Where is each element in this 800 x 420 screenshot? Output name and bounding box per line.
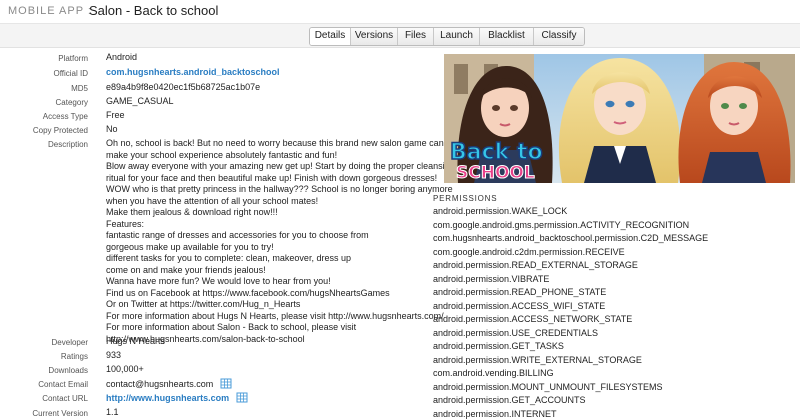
description-line: Oh no, school is back! But no need to wo… xyxy=(106,138,444,148)
page-title: Salon - Back to school xyxy=(89,3,219,18)
access-type-label: Access Type xyxy=(42,112,88,121)
ratings-value: 933 xyxy=(106,350,122,360)
official-id-link[interactable]: com.hugsnhearts.android_backtoschool xyxy=(106,67,426,79)
tab-classify[interactable]: Classify xyxy=(534,28,584,45)
tab-blacklist[interactable]: Blacklist xyxy=(480,28,534,45)
permission-item: com.android.vending.BILLING xyxy=(433,368,554,378)
permission-item: android.permission.GET_TASKS xyxy=(433,341,564,351)
category-label: Category xyxy=(55,98,88,107)
contact-email-value: contact@hugsnhearts.com xyxy=(106,379,214,389)
ratings-label: Ratings xyxy=(60,352,88,361)
downloads-label: Downloads xyxy=(48,366,88,375)
description-line: For more information about Hugs N Hearts… xyxy=(106,310,444,321)
feature-graphic-title-line1: Back to xyxy=(450,140,543,165)
description-line: For more information about Salon - Back … xyxy=(106,322,357,332)
category-value: GAME_CASUAL xyxy=(106,96,174,106)
contact-url-value-wrap: http://www.hugsnhearts.com xyxy=(106,392,426,405)
platform-label: Platform xyxy=(58,54,88,63)
contact-email-lookup-icon[interactable] xyxy=(220,378,232,389)
tab-group: Details Versions Files Launch Blacklist … xyxy=(309,27,585,46)
tab-bar: Details Versions Files Launch Blacklist … xyxy=(0,24,800,48)
permission-item: android.permission.WRITE_EXTERNAL_STORAG… xyxy=(433,354,642,365)
permission-item: android.permission.ACCESS_NETWORK_STATE xyxy=(433,314,633,324)
description-line: WOW who is that pretty princess in the h… xyxy=(106,184,453,194)
contact-url-lookup-icon[interactable] xyxy=(236,392,248,403)
tab-launch[interactable]: Launch xyxy=(434,28,480,45)
permission-item: android.permission.USE_CREDENTIALS xyxy=(433,327,599,338)
md5-label: MD5 xyxy=(71,84,88,93)
description-line: Blow away everyone with your amazing new… xyxy=(106,161,455,171)
description-line: Features: xyxy=(106,218,145,229)
description-line: fantastic range of dresses and accessori… xyxy=(106,230,369,240)
current-version-value: 1.1 xyxy=(106,407,119,417)
permissions-heading: PERMISSIONS xyxy=(433,194,498,203)
description-line: ritual for your face and then beautiful … xyxy=(106,172,438,183)
description-label: Description xyxy=(47,140,88,149)
permission-item: com.google.android.gms.permission.ACTIVI… xyxy=(433,219,690,230)
platform-value: Android xyxy=(106,52,138,62)
official-id-label: Official ID xyxy=(53,69,88,78)
permission-item: android.permission.MOUNT_UNMOUNT_FILESYS… xyxy=(433,381,663,392)
copy-protected-value: No xyxy=(106,124,118,134)
permission-item: android.permission.VIBRATE xyxy=(433,273,550,284)
description-line: come on and make your friends jealous! xyxy=(106,264,266,275)
tab-details[interactable]: Details xyxy=(310,28,351,45)
app-header: MOBILE APP : Salon - Back to school xyxy=(0,0,800,24)
tab-versions[interactable]: Versions xyxy=(351,28,398,45)
app-type-label: MOBILE APP : xyxy=(8,5,92,17)
developer-label: Developer xyxy=(51,338,88,347)
description-line: different tasks for you to complete: cle… xyxy=(106,253,351,263)
description-line: Wanna have more fun? We would love to he… xyxy=(106,276,331,286)
permission-item: android.permission.GET_ACCOUNTS xyxy=(433,395,586,405)
developer-value: Hugs N Hearts xyxy=(106,336,166,346)
contact-url-link[interactable]: http://www.hugsnhearts.com xyxy=(106,393,229,403)
feature-graphic-illustration: Back to SCHOOL xyxy=(444,54,795,183)
access-type-value: Free xyxy=(106,110,125,120)
description-text: Oh no, school is back! But no need to wo… xyxy=(106,138,455,345)
description-line: make your school experience absolutely f… xyxy=(106,149,338,160)
description-line: Find us on Facebook at https://www.faceb… xyxy=(106,287,390,298)
current-version-label: Current Version xyxy=(32,409,88,418)
tab-files[interactable]: Files xyxy=(398,28,434,45)
contact-url-label: Contact URL xyxy=(42,394,88,403)
permission-item: android.permission.READ_PHONE_STATE xyxy=(433,287,607,297)
contact-email-label: Contact Email xyxy=(38,380,88,389)
permission-item: com.hugsnhearts.android_backtoschool.per… xyxy=(433,233,709,243)
permission-item: android.permission.READ_EXTERNAL_STORAGE xyxy=(433,260,638,270)
description-line: when you have the attention of all your … xyxy=(106,195,319,206)
copy-protected-label: Copy Protected xyxy=(32,126,88,135)
md5-value: e89a4b9f8e0420ec1f5b68725ac1b07e xyxy=(106,82,261,92)
permission-item: android.permission.INTERNET xyxy=(433,408,557,419)
contact-email-value-wrap: contact@hugsnhearts.com xyxy=(106,378,426,391)
permission-item: android.permission.ACCESS_WIFI_STATE xyxy=(433,300,606,311)
feature-graphic-title-line2: SCHOOL xyxy=(456,163,535,183)
permission-item: com.google.android.c2dm.permission.RECEI… xyxy=(433,246,625,257)
permission-item: android.permission.WAKE_LOCK xyxy=(433,206,568,216)
description-line: Or on Twitter at https://twitter.com/Hug… xyxy=(106,299,301,309)
feature-graphic: Back to SCHOOL xyxy=(444,54,795,183)
downloads-value: 100,000+ xyxy=(106,364,144,374)
description-line: Make them jealous & download right now!!… xyxy=(106,207,278,217)
description-line: gorgeous make up available for you to tr… xyxy=(106,241,274,252)
